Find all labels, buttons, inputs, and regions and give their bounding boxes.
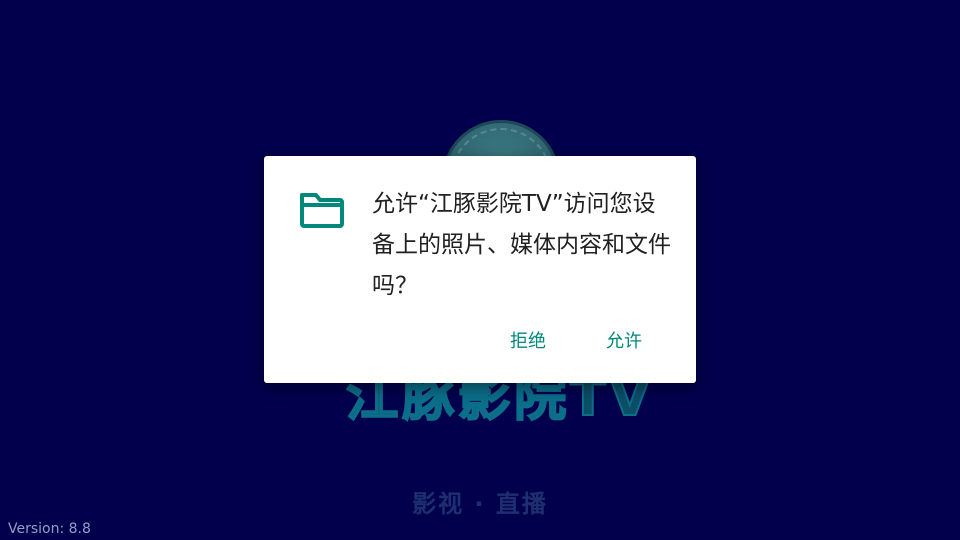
permission-dialog: 允许“江豚影院TV”访问您设备上的照片、媒体内容和文件吗？ 拒绝 允许 [264, 156, 696, 383]
splash-screen: 江豚影院TV 影视 · 直播 Version: 8.8 允许“江豚影院TV”访问… [0, 0, 960, 540]
allow-button[interactable]: 允许 [598, 324, 650, 360]
dialog-actions: 拒绝 允许 [264, 324, 696, 360]
version-label: Version: 8.8 [8, 521, 91, 537]
permission-message: 允许“江豚影院TV”访问您设备上的照片、媒体内容和文件吗？ [372, 191, 671, 299]
deny-button[interactable]: 拒绝 [502, 324, 554, 360]
app-slogan: 影视 · 直播 [412, 490, 548, 518]
folder-icon [298, 190, 346, 230]
